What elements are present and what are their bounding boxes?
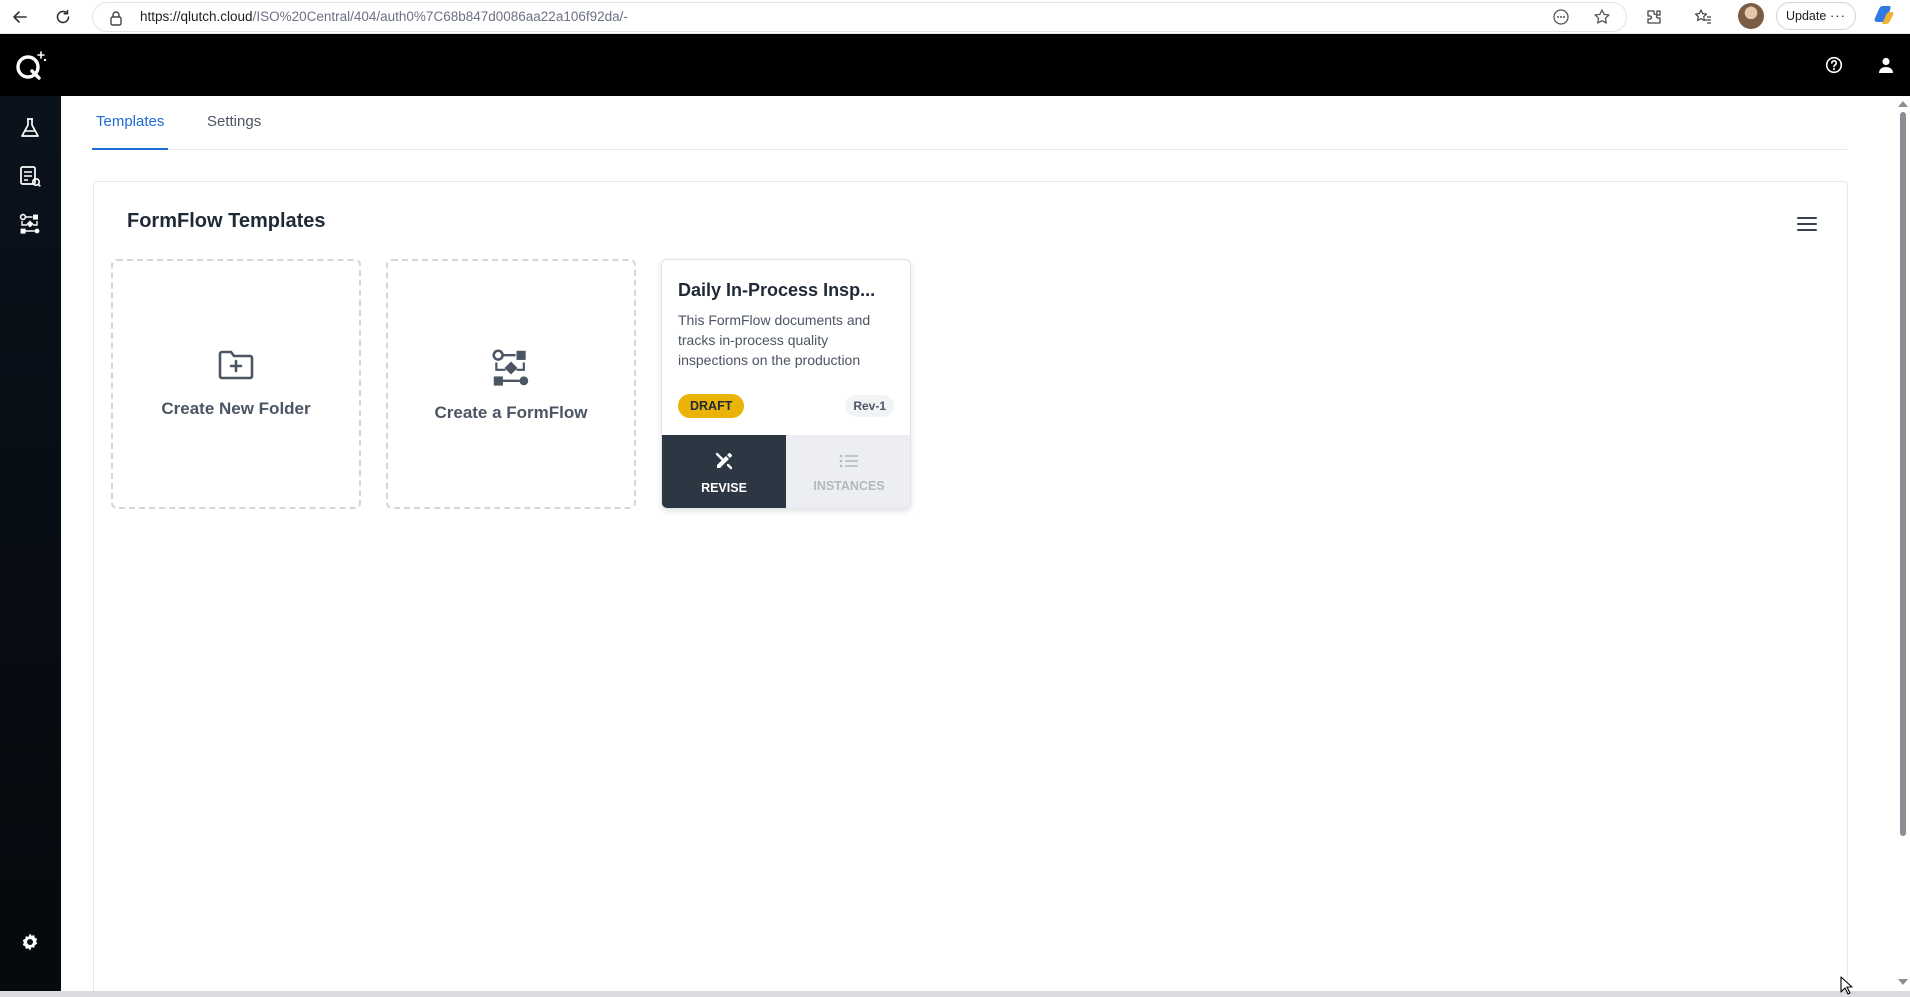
url-text[interactable]: https://qlutch.cloud/ISO%20Central/404/a… — [140, 9, 628, 24]
more-menu-icon[interactable]: ··· — [1830, 8, 1846, 23]
user-icon[interactable] — [1869, 48, 1903, 82]
update-label: Update — [1786, 9, 1827, 23]
tab-bar: Templates Settings — [92, 96, 1847, 150]
status-badge: DRAFT — [678, 394, 745, 418]
lock-icon[interactable] — [109, 10, 123, 31]
update-button[interactable]: Update ··· — [1776, 2, 1856, 30]
star-icon[interactable] — [1593, 8, 1611, 31]
revise-label: REVISE — [701, 480, 747, 495]
address-bar[interactable]: https://qlutch.cloud/ISO%20Central/404/a… — [92, 2, 1627, 32]
gear-icon[interactable] — [12, 924, 48, 960]
template-title[interactable]: Daily In-Process Insp... — [678, 280, 875, 301]
reading-mode-icon[interactable] — [1552, 8, 1570, 31]
revise-button[interactable]: REVISE — [662, 435, 786, 508]
flask-icon[interactable] — [12, 110, 48, 146]
templates-panel: FormFlow Templates Create New Folder Cre… — [93, 181, 1848, 997]
app-header — [0, 34, 1910, 96]
document-list-icon[interactable] — [12, 158, 48, 194]
tab-templates[interactable]: Templates — [92, 113, 169, 150]
help-icon[interactable] — [1817, 48, 1851, 82]
scroll-thumb[interactable] — [1900, 112, 1906, 836]
mouse-cursor-icon — [1840, 976, 1854, 997]
create-formflow-card[interactable]: Create a FormFlow — [386, 259, 636, 509]
instances-button[interactable]: INSTANCES — [786, 435, 910, 508]
workflow-icon — [489, 346, 533, 395]
vertical-scrollbar[interactable] — [1895, 96, 1910, 996]
profile-avatar[interactable] — [1738, 3, 1764, 29]
workflow-icon[interactable] — [12, 206, 48, 242]
reload-icon[interactable] — [49, 3, 77, 31]
extensions-icon[interactable] — [1641, 4, 1667, 30]
page-title: FormFlow Templates — [127, 210, 326, 232]
scroll-up-arrow-icon[interactable] — [1898, 101, 1908, 107]
copilot-icon[interactable] — [1871, 3, 1897, 29]
qlutch-logo[interactable] — [12, 48, 48, 84]
list-icon — [839, 453, 859, 472]
instances-label: INSTANCES — [813, 478, 885, 493]
folder-plus-icon — [218, 350, 254, 385]
scroll-down-arrow-icon[interactable] — [1898, 979, 1908, 985]
template-description: This FormFlow documents and tracks in-pr… — [678, 312, 871, 368]
template-card[interactable]: Daily In-Process Insp... This FormFlow d… — [661, 259, 911, 509]
bottom-edge — [0, 991, 1910, 997]
browser-toolbar: https://qlutch.cloud/ISO%20Central/404/a… — [0, 0, 1910, 34]
revision-badge: Rev-1 — [845, 395, 894, 417]
pencil-ruler-icon — [714, 451, 734, 474]
back-arrow-icon[interactable] — [6, 3, 34, 31]
hamburger-menu-icon[interactable] — [1793, 210, 1821, 238]
create-folder-card[interactable]: Create New Folder — [111, 259, 361, 509]
create-formflow-label: Create a FormFlow — [434, 402, 588, 422]
create-folder-label: Create New Folder — [161, 398, 311, 418]
tab-settings[interactable]: Settings — [203, 113, 265, 150]
sidebar — [0, 96, 61, 997]
favorites-icon[interactable] — [1690, 4, 1716, 30]
